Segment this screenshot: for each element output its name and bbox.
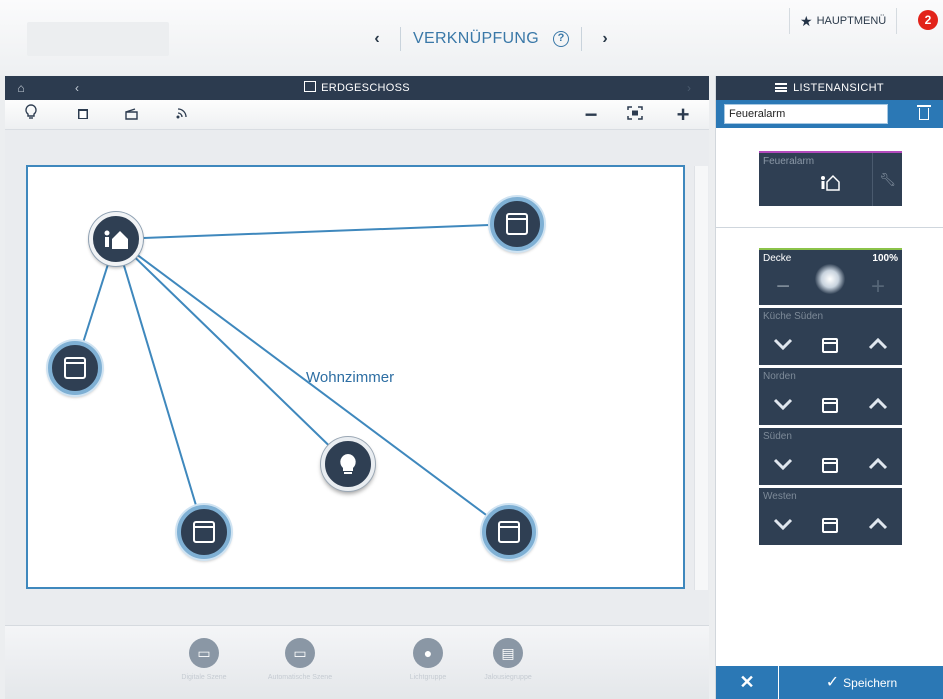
page-title: VERKNÜPFUNG: [413, 30, 539, 47]
list-view-header: LISTENANSICHT: [716, 76, 943, 100]
divider: [580, 27, 582, 51]
blind-node[interactable]: [48, 341, 102, 395]
device-card-sueden[interactable]: Süden: [759, 428, 902, 485]
tray-label: Automatische Szene: [267, 674, 333, 681]
device-card-decke[interactable]: Decke 100% − +: [759, 248, 902, 305]
tray-label: Digitale Szene: [181, 674, 227, 681]
sensor-tool-icon[interactable]: [170, 104, 194, 126]
device-name: Süden: [763, 431, 792, 442]
scrollbar[interactable]: [694, 166, 708, 590]
device-name: Decke: [763, 253, 792, 264]
blind-down-chevron-icon[interactable]: [765, 510, 801, 540]
logo: [27, 22, 169, 56]
fit-view-icon[interactable]: [623, 104, 647, 126]
help-icon[interactable]: ?: [552, 31, 569, 47]
lightbulb-icon: [815, 264, 845, 294]
blind-group-icon: ▤: [493, 638, 523, 668]
list-view-title: LISTENANSICHT: [793, 82, 884, 94]
floor-title: ERDGESCHOSS: [5, 76, 709, 100]
tray-item-digital-scene[interactable]: ▭ Digitale Szene: [159, 638, 249, 681]
dim-up-button[interactable]: +: [860, 272, 896, 302]
blind-icon: [193, 521, 215, 543]
cancel-button[interactable]: ✕: [716, 666, 778, 699]
scene-card[interactable]: Feueralarm 🔧︎: [759, 151, 902, 206]
nav-center: ‹ VERKNÜPFUNG ? ›: [360, 24, 622, 54]
prev-arrow-button[interactable]: ‹: [360, 30, 394, 48]
floor-title-label: ERDGESCHOSS: [321, 82, 410, 94]
floorplan-icon: [304, 81, 317, 92]
blind-node[interactable]: [490, 197, 544, 251]
home-icon[interactable]: ⌂: [5, 76, 37, 100]
blind-node[interactable]: [177, 505, 231, 559]
save-label: Speichern: [843, 676, 898, 690]
notification-badge[interactable]: 2: [918, 10, 938, 30]
blind-down-chevron-icon[interactable]: [765, 330, 801, 360]
device-name: Norden: [763, 371, 796, 382]
next-arrow-button[interactable]: ›: [588, 30, 622, 48]
device-card-westen[interactable]: Westen: [759, 488, 902, 545]
scene-name-row: [716, 100, 943, 128]
trash-icon: [917, 105, 931, 120]
blind-icon: [506, 213, 528, 235]
tray-label: Jalousiegruppe: [484, 674, 532, 681]
blind-icon: [64, 357, 86, 379]
blind-down-chevron-icon[interactable]: [765, 390, 801, 420]
divider: [400, 27, 401, 51]
blind-tool-icon[interactable]: [71, 104, 95, 126]
save-button[interactable]: ✓ Speichern: [779, 666, 943, 699]
scene-tool-icon[interactable]: [119, 104, 143, 126]
lightbulb-tool-icon[interactable]: [19, 104, 43, 126]
blind-up-chevron-icon[interactable]: [860, 390, 896, 420]
scene-card-name: Feueralarm: [763, 156, 815, 167]
lightbulb-icon: [340, 454, 356, 474]
fire-alarm-scene-node[interactable]: [89, 212, 143, 266]
device-value: 100%: [872, 253, 898, 264]
star-icon: ★: [800, 12, 813, 29]
back-icon[interactable]: ‹: [61, 76, 93, 100]
blind-icon: [822, 398, 838, 413]
top-header: ‹ VERKNÜPFUNG ? › ★ HAUPTMENÜ 2: [0, 0, 943, 75]
blind-down-chevron-icon[interactable]: [765, 450, 801, 480]
room-label: Wohnzimmer: [306, 369, 395, 386]
tray-label: Lichtgruppe: [409, 674, 447, 681]
person-house-icon: [819, 173, 841, 196]
device-name: Küche Süden: [763, 311, 824, 322]
light-group-icon: ●: [413, 638, 443, 668]
blind-icon: [822, 518, 838, 533]
tray-item-blind-group[interactable]: ▤ Jalousiegruppe: [463, 638, 553, 681]
zoom-in-button[interactable]: +: [671, 104, 695, 126]
scene-name-input[interactable]: [724, 104, 888, 124]
scene-section: Feueralarm 🔧︎: [716, 128, 943, 228]
device-card-kueche-sueden[interactable]: Küche Süden: [759, 308, 902, 365]
panel-footer: ✕ ✓ Speichern: [716, 666, 943, 699]
list-view-panel: LISTENANSICHT Feueralarm 🔧︎ Decke 100% −…: [715, 76, 943, 699]
blind-icon: [822, 458, 838, 473]
check-icon: ✓: [825, 674, 840, 691]
dim-down-button[interactable]: −: [765, 272, 801, 302]
scene-icon: ▭: [285, 638, 315, 668]
device-card-norden[interactable]: Norden: [759, 368, 902, 425]
blind-node[interactable]: [482, 505, 536, 559]
wrench-icon[interactable]: 🔧︎: [872, 153, 902, 206]
bottom-tray: ▭ Digitale Szene ▭ Automatische Szene ● …: [5, 625, 709, 699]
tray-item-automatic-scene[interactable]: ▭ Automatische Szene: [255, 638, 345, 681]
forward-icon[interactable]: ›: [673, 76, 705, 100]
scene-icon: ▭: [189, 638, 219, 668]
zoom-out-button[interactable]: −: [579, 104, 603, 126]
tool-bar: − +: [5, 100, 709, 130]
list-icon: [775, 83, 788, 92]
floor-bar: ⌂ ‹ ERDGESCHOSS ›: [5, 76, 709, 100]
main-menu-button[interactable]: ★ HAUPTMENÜ: [789, 8, 898, 34]
device-name: Westen: [763, 491, 797, 502]
main-menu-label: HAUPTMENÜ: [816, 15, 887, 27]
tray-item-light-group[interactable]: ● Lichtgruppe: [383, 638, 473, 681]
blind-up-chevron-icon[interactable]: [860, 450, 896, 480]
person-house-icon: [104, 230, 128, 249]
blind-icon: [822, 338, 838, 353]
delete-button[interactable]: [914, 103, 934, 125]
blind-up-chevron-icon[interactable]: [860, 330, 896, 360]
light-node[interactable]: [321, 437, 375, 491]
blind-up-chevron-icon[interactable]: [860, 510, 896, 540]
blind-icon: [498, 521, 520, 543]
